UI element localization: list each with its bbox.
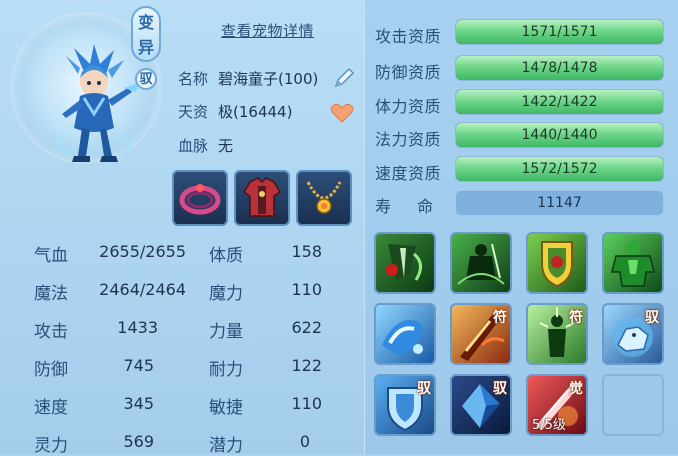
skill-slot-9[interactable]: 驭	[374, 374, 436, 436]
attr-label-potential: 潜力	[209, 436, 243, 456]
attr-label-magic: 魔力	[209, 284, 243, 304]
bloodline-value: 无	[218, 137, 234, 155]
stat-value-speed: 345	[123, 394, 154, 413]
necklace-equipment-icon	[306, 181, 342, 214]
aptitude-value-defense: 1478/1478	[521, 60, 598, 76]
skill-slot-8[interactable]: 驭	[602, 303, 664, 365]
skill-slot-1[interactable]	[374, 232, 436, 294]
skill-slot-6[interactable]: 符	[450, 303, 512, 365]
attr-value-constitution: 158	[291, 242, 322, 261]
stat-label-mp: 魔法	[34, 284, 68, 304]
ring-equipment-icon	[179, 184, 221, 215]
bloodline-label: 血脉	[178, 137, 209, 155]
pet-name-value: 碧海童子(100)	[218, 70, 319, 88]
attr-value-endurance: 122	[291, 356, 322, 375]
equipment-slot-necklace[interactable]	[296, 170, 352, 226]
aptitude-bar-mana: 1440/1440	[455, 122, 664, 148]
pet-detail-panel: 变异 驭 查看宠物详情 名称 碧海童子(100) 天资 极(16444) 血脉 …	[0, 0, 678, 456]
aptitude-bar-stamina: 1422/1422	[455, 89, 664, 115]
skill-tag: 觉	[569, 381, 583, 397]
skill-level: 5/5级	[532, 418, 566, 433]
aptitude-value-mana: 1440/1440	[521, 127, 598, 143]
armor-equipment-icon	[242, 177, 282, 217]
skill-slot-5[interactable]	[374, 303, 436, 365]
aptitude-value-speed: 1572/1572	[521, 161, 598, 177]
stat-label-spirit: 灵力	[34, 436, 68, 456]
skill-tag: 符	[569, 310, 583, 326]
aptitude-label-speed: 速度资质	[375, 164, 442, 183]
aptitude-label-mana: 法力资质	[375, 130, 442, 149]
skill-tag: 驭	[417, 381, 431, 397]
aptitude-label-attack: 攻击资质	[375, 27, 442, 46]
edit-name-icon[interactable]	[332, 66, 356, 90]
attr-label-endurance: 耐力	[209, 360, 243, 380]
stat-value-spirit: 569	[123, 432, 154, 451]
equipment-slot-ring[interactable]	[172, 170, 228, 226]
shield-emblem-skill-icon	[541, 241, 573, 288]
talent-label: 天资	[178, 103, 209, 121]
lifespan-value: 11147	[455, 190, 664, 216]
aptitude-value-attack: 1571/1571	[521, 24, 598, 40]
bound-badge: 驭	[135, 68, 157, 90]
stat-label-attack: 攻击	[34, 322, 68, 342]
skill-tag: 符	[493, 310, 507, 326]
attr-label-strength: 力量	[209, 322, 243, 342]
lifespan-label: 寿 命	[375, 197, 434, 216]
pet-character-image	[58, 44, 140, 162]
heart-icon[interactable]	[330, 102, 354, 124]
stat-label-hp: 气血	[34, 246, 68, 266]
attr-value-potential: 0	[299, 432, 310, 451]
stat-label-defense: 防御	[34, 360, 68, 380]
attr-label-agility: 敏捷	[209, 398, 243, 418]
aptitude-label-stamina: 体力资质	[375, 97, 442, 116]
aptitude-bar-attack: 1571/1571	[455, 19, 664, 45]
attr-value-strength: 622	[291, 318, 322, 337]
aptitude-label-defense: 防御资质	[375, 63, 442, 82]
aptitude-value-stamina: 1422/1422	[521, 94, 598, 110]
stat-value-attack: 1433	[117, 318, 158, 337]
skill-tag: 驭	[493, 381, 507, 397]
skill-slot-3[interactable]	[526, 232, 588, 294]
attr-value-agility: 110	[291, 394, 322, 413]
blood-sword-skill-icon	[386, 244, 422, 281]
aptitude-bar-defense: 1478/1478	[455, 55, 664, 81]
view-pet-details-link[interactable]: 查看宠物详情	[221, 20, 314, 41]
attr-value-magic: 110	[291, 280, 322, 299]
skill-slot-2[interactable]	[450, 232, 512, 294]
aptitude-bar-speed: 1572/1572	[455, 156, 664, 182]
green-giant-skill-icon	[611, 241, 655, 287]
skill-slot-7[interactable]: 符	[526, 303, 588, 365]
mutation-badge: 变异	[131, 6, 161, 62]
talent-value: 极(16444)	[218, 103, 293, 121]
attr-label-constitution: 体质	[209, 246, 243, 266]
equipment-slot-armor[interactable]	[234, 170, 290, 226]
skill-slot-10[interactable]: 驭	[450, 374, 512, 436]
stat-value-hp: 2655/2655	[99, 242, 186, 261]
skill-slot-empty[interactable]	[602, 374, 664, 436]
skill-slot-11[interactable]: 觉 5/5级	[526, 374, 588, 436]
skill-tag: 驭	[645, 310, 659, 326]
skill-slot-4[interactable]	[602, 232, 664, 294]
name-label: 名称	[178, 70, 209, 88]
water-wave-skill-icon	[382, 320, 423, 354]
stat-value-mp: 2464/2464	[99, 280, 186, 299]
stat-label-speed: 速度	[34, 398, 68, 418]
stat-value-defense: 745	[123, 356, 154, 375]
shadow-warrior-skill-icon	[457, 243, 505, 285]
